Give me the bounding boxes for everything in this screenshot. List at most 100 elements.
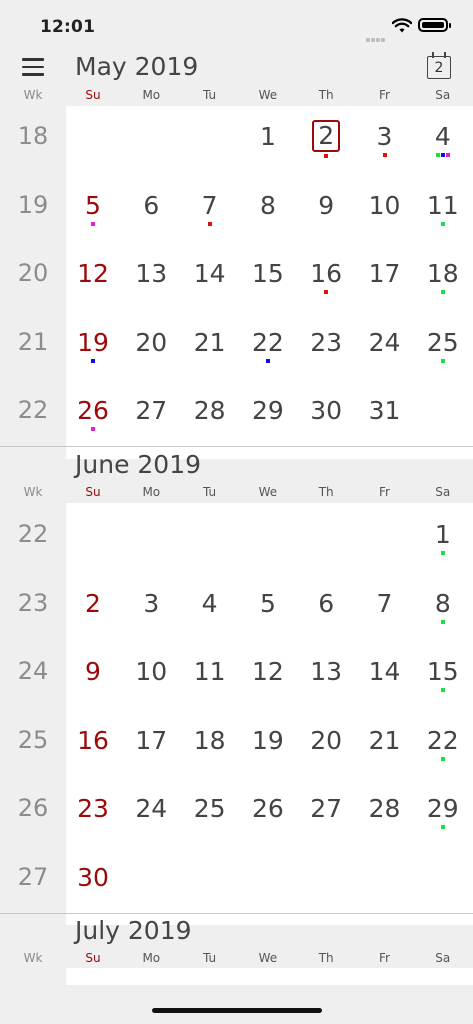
day-number: 20	[135, 327, 168, 357]
day-cell[interactable]: 31	[356, 396, 414, 431]
day-cell[interactable]: 18	[414, 259, 472, 294]
day-cell[interactable]: 4	[181, 589, 239, 624]
event-indicators	[122, 757, 180, 761]
day-cell[interactable]: 11	[414, 191, 472, 226]
day-cell[interactable]: 29	[239, 396, 297, 431]
day-number: 10	[135, 657, 168, 686]
day-cell[interactable]: 21	[181, 328, 239, 363]
day-cell[interactable]: 5	[239, 589, 297, 624]
day-cell[interactable]: 3	[122, 589, 180, 624]
event-indicators	[181, 688, 239, 692]
day-cell[interactable]: 15	[239, 259, 297, 294]
week-number: 18	[17, 122, 49, 150]
day-cell[interactable]: 23	[297, 328, 355, 363]
day-cell[interactable]: 17	[122, 726, 180, 761]
day-cell[interactable]: 18	[181, 726, 239, 761]
event-indicators	[122, 427, 180, 431]
day-cell[interactable]: 14	[356, 657, 414, 692]
day-cell[interactable]: 30	[64, 863, 122, 898]
day-cell[interactable]: 15	[414, 657, 472, 692]
day-cell[interactable]: 2	[64, 589, 122, 624]
day-number: 25	[426, 327, 459, 357]
day-cell[interactable]: 9	[297, 191, 355, 226]
day-number: 7	[201, 190, 218, 220]
day-cell[interactable]: 20	[297, 726, 355, 761]
day-cell[interactable]: 24	[356, 328, 414, 363]
event-dot-magenta	[91, 427, 95, 431]
day-number: 3	[143, 588, 160, 618]
home-indicator	[152, 1008, 322, 1013]
event-dot-green	[440, 619, 445, 624]
today-calendar-button[interactable]: 2	[427, 52, 453, 80]
day-cell[interactable]: 22	[239, 328, 297, 363]
day-cell[interactable]: 17	[356, 259, 414, 294]
day-cell[interactable]: 29	[414, 794, 472, 829]
day-cell[interactable]: 25	[414, 328, 472, 363]
day-cell[interactable]: 1	[239, 122, 297, 157]
menu-icon[interactable]	[22, 58, 44, 78]
day-number: 10	[368, 190, 401, 220]
day-cell[interactable]: 13	[122, 259, 180, 294]
day-cell[interactable]: 26	[239, 794, 297, 829]
day-cell[interactable]: 22	[414, 726, 472, 761]
day-number: 22	[426, 725, 459, 755]
day-number: 16	[77, 725, 109, 755]
day-number: 2	[312, 120, 341, 152]
day-cell[interactable]: 28	[356, 794, 414, 829]
day-cell[interactable]: 27	[122, 396, 180, 431]
day-cell[interactable]: 14	[181, 259, 239, 294]
day-cell[interactable]: 1	[414, 520, 472, 555]
event-dot-green	[435, 153, 440, 157]
day-cell[interactable]: 6	[297, 589, 355, 624]
event-indicators	[122, 620, 180, 624]
day-cell[interactable]: 19	[239, 726, 297, 761]
week-number: 19	[17, 190, 49, 219]
day-cell[interactable]: 10	[356, 191, 414, 226]
day-cell[interactable]: 23	[64, 794, 122, 829]
day-cell[interactable]: 5	[64, 191, 122, 226]
day-cell[interactable]: 30	[297, 396, 355, 431]
event-dot-green	[440, 756, 445, 761]
event-indicators	[239, 427, 297, 431]
day-cell[interactable]: 21	[356, 726, 414, 761]
day-number: 28	[193, 396, 226, 425]
day-cell[interactable]: 13	[297, 657, 355, 692]
day-cell[interactable]: 16	[297, 259, 355, 294]
day-number: 19	[77, 327, 109, 357]
day-cell[interactable]: 7	[356, 589, 414, 624]
day-cell[interactable]: 9	[64, 657, 122, 692]
day-cell[interactable]: 8	[239, 191, 297, 226]
day-cell[interactable]: 28	[181, 396, 239, 431]
day-cell[interactable]: 26	[64, 396, 122, 431]
event-indicators	[181, 427, 239, 431]
day-cell[interactable]: 3	[356, 122, 414, 157]
event-indicators	[414, 688, 472, 692]
event-indicators	[64, 427, 122, 431]
event-indicators	[414, 290, 472, 294]
day-number: 8	[434, 588, 451, 618]
day-cell[interactable]: 12	[64, 259, 122, 294]
day-cell[interactable]: 24	[122, 794, 180, 829]
day-cell[interactable]: 10	[122, 657, 180, 692]
weekday-header-tu: Tu	[203, 88, 217, 102]
day-cell[interactable]: 7	[181, 191, 239, 226]
event-indicators	[297, 757, 355, 761]
day-cell-today[interactable]: 2	[297, 120, 355, 158]
day-cell[interactable]: 11	[181, 657, 239, 692]
cellular-signal-icon	[366, 27, 388, 42]
day-cell[interactable]: 19	[64, 328, 122, 363]
day-cell[interactable]: 4	[414, 122, 472, 157]
day-number: 24	[135, 794, 168, 823]
event-dot-green	[440, 358, 445, 363]
event-dot-red	[324, 154, 329, 158]
event-indicators	[64, 757, 122, 761]
day-cell[interactable]: 12	[239, 657, 297, 692]
day-number: 14	[193, 259, 226, 288]
day-cell[interactable]: 27	[297, 794, 355, 829]
day-cell[interactable]: 25	[181, 794, 239, 829]
event-indicators	[356, 359, 414, 363]
day-cell[interactable]: 16	[64, 726, 122, 761]
day-cell[interactable]: 20	[122, 328, 180, 363]
day-cell[interactable]: 8	[414, 589, 472, 624]
day-cell[interactable]: 6	[122, 191, 180, 226]
